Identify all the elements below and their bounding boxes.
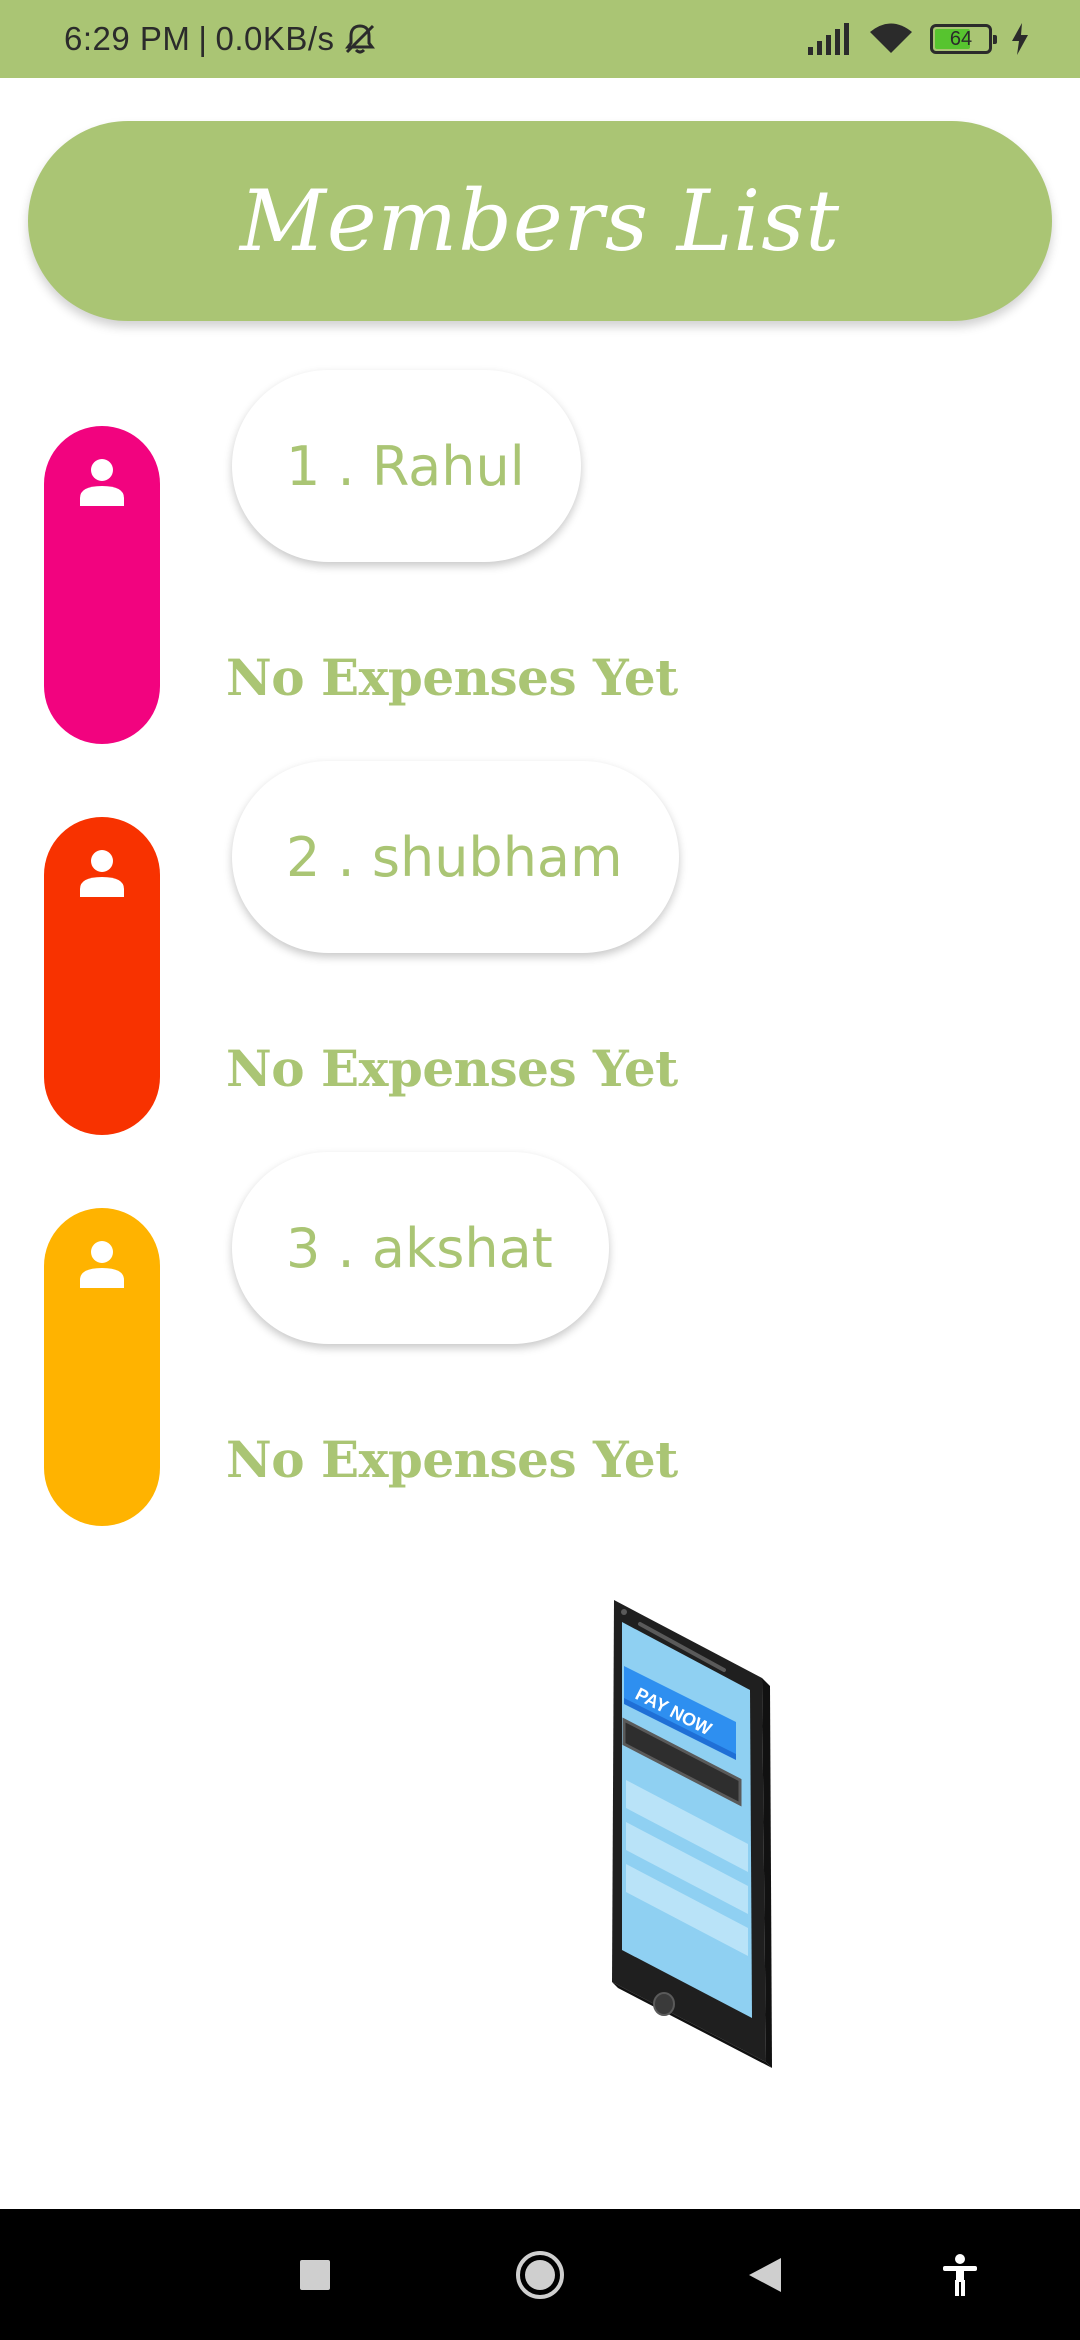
accessibility-icon xyxy=(943,2253,977,2296)
recents-square-icon xyxy=(300,2259,330,2290)
battery-level: 64 xyxy=(949,27,973,50)
member-name: 3 . akshat xyxy=(286,1216,553,1280)
network-speed: 0.0KB/s xyxy=(215,20,335,57)
member-name-card[interactable]: 2 . shubham xyxy=(232,761,679,953)
person-icon xyxy=(80,459,124,506)
status-left: 6:29 PM | 0.0KB/s xyxy=(64,0,377,78)
home-button[interactable] xyxy=(510,2209,570,2340)
home-circle-icon xyxy=(516,2250,564,2299)
signal-icon xyxy=(808,23,849,55)
back-triangle-icon xyxy=(749,2257,781,2292)
phone-illustration: PAY NOW xyxy=(612,1600,772,2068)
status-bar: 6:29 PM | 0.0KB/s 64 xyxy=(0,0,1080,78)
expense-status: No Expenses Yet xyxy=(226,1039,678,1098)
member-avatar-akshat[interactable] xyxy=(44,1208,160,1526)
member-avatar-shubham[interactable] xyxy=(44,817,160,1135)
recents-button[interactable] xyxy=(280,2209,350,2340)
status-right: 64 xyxy=(808,0,1030,78)
member-avatar-rahul[interactable] xyxy=(44,426,160,744)
person-icon xyxy=(80,1241,124,1288)
mute-bell-icon xyxy=(344,24,375,54)
page-title: Members List xyxy=(239,172,841,270)
back-button[interactable] xyxy=(740,2209,790,2340)
status-separator: | xyxy=(198,20,208,57)
person-icon xyxy=(80,850,124,897)
expense-status: No Expenses Yet xyxy=(226,648,678,707)
expense-status: No Expenses Yet xyxy=(226,1430,678,1489)
members-list-header: Members List xyxy=(28,121,1052,321)
system-nav-bar xyxy=(0,2209,1080,2340)
member-name-card[interactable]: 3 . akshat xyxy=(232,1152,609,1344)
wifi-icon xyxy=(870,23,912,53)
battery-icon: 64 xyxy=(930,24,997,54)
member-name-card[interactable]: 1 . Rahul xyxy=(232,370,581,562)
accessibility-button[interactable] xyxy=(935,2209,985,2340)
member-name: 2 . shubham xyxy=(286,825,623,889)
member-name: 1 . Rahul xyxy=(286,434,525,498)
status-time: 6:29 PM xyxy=(64,20,191,57)
charging-icon xyxy=(1012,23,1028,55)
